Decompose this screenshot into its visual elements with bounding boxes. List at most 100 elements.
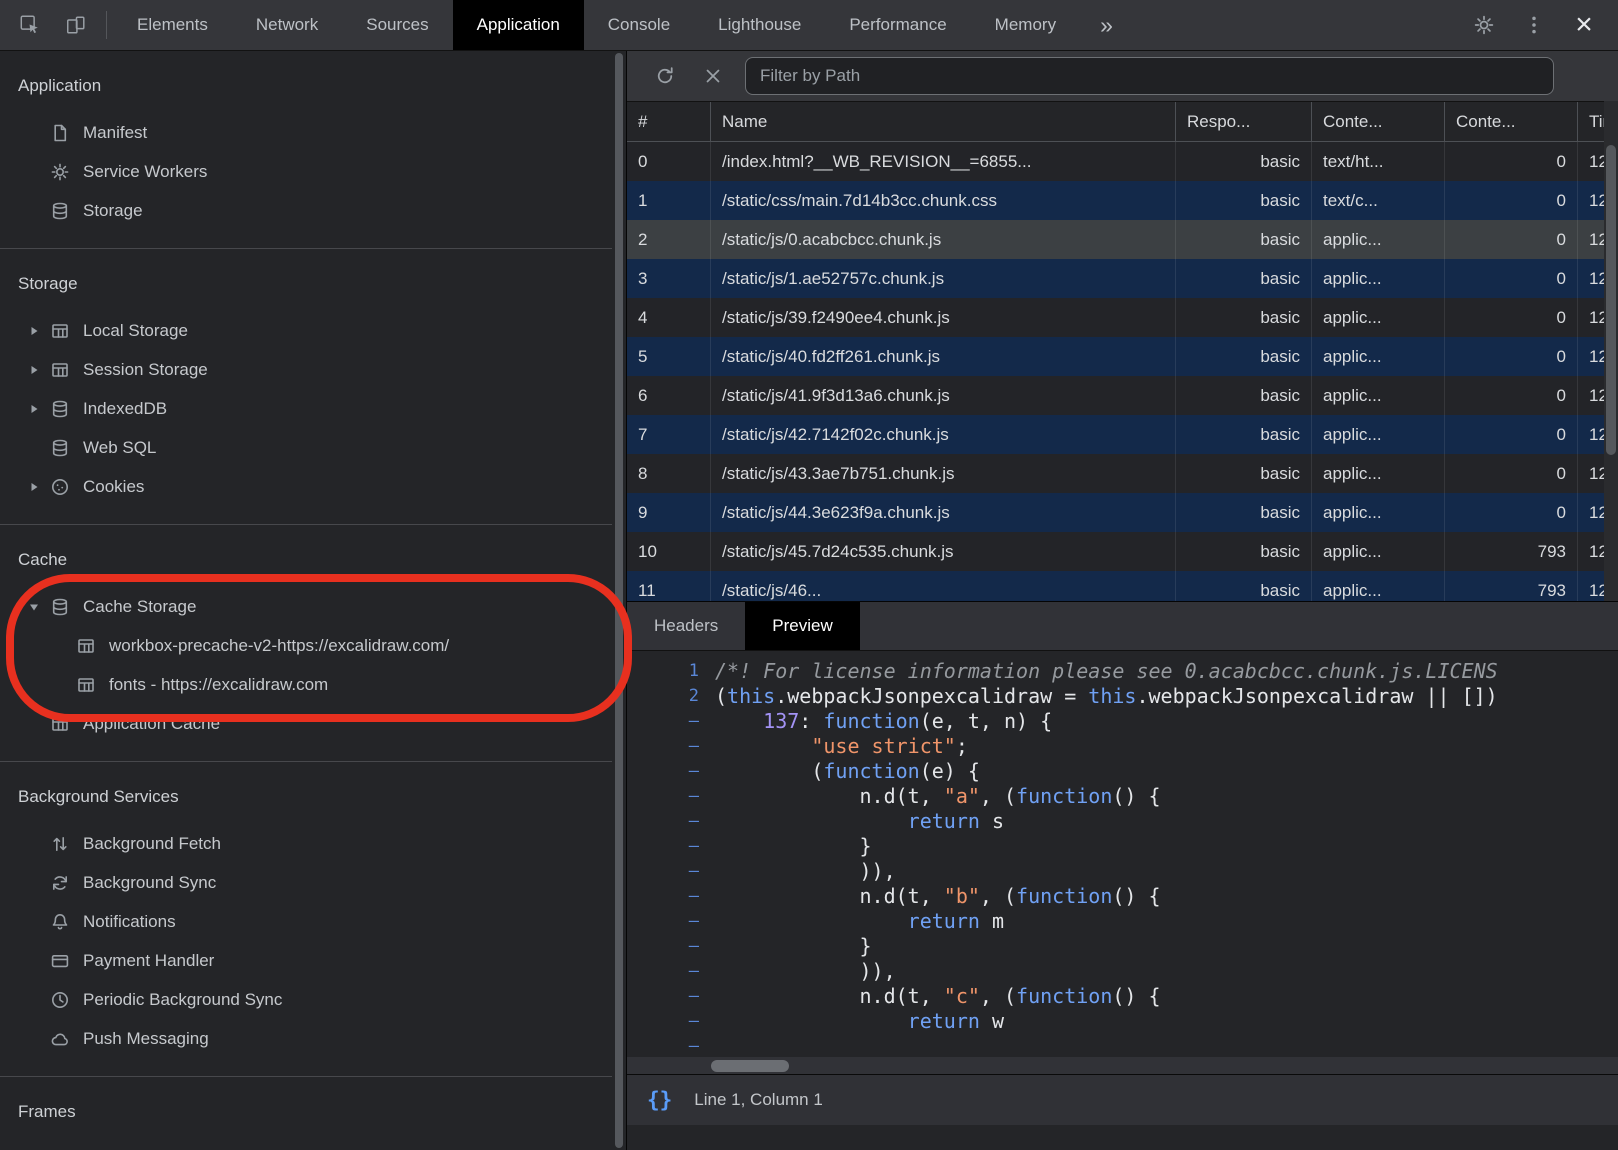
table-cell: 8 [627,454,711,493]
table-cell: basic [1176,220,1312,259]
sidebar-item-indexeddb[interactable]: IndexedDB [0,389,612,428]
sidebar-item-label: Web SQL [83,438,156,458]
bell-icon [50,912,70,932]
triangle-right-icon[interactable] [28,402,42,416]
table-row[interactable]: 5/static/js/40.fd2ff261.chunk.jsbasicapp… [627,337,1618,376]
filter-by-path-input[interactable] [745,57,1554,95]
sidebar-item-periodic-background-sync[interactable]: Periodic Background Sync [0,980,612,1019]
sidebar-item-label: Application Cache [83,714,220,734]
sidebar-item-manifest[interactable]: Manifest [0,113,612,152]
table-row[interactable]: 8/static/js/43.3ae7b751.chunk.jsbasicapp… [627,454,1618,493]
sidebar-tree: ApplicationManifestService WorkersStorag… [0,51,612,1150]
sidebar-item-workbox-precache-v2-https-excalidraw-com[interactable]: workbox-precache-v2-https://excalidraw.c… [0,626,612,665]
preview-tab-preview[interactable]: Preview [745,602,859,650]
table-row[interactable]: 6/static/js/41.9f3d13a6.chunk.jsbasicapp… [627,376,1618,415]
table-row[interactable]: 9/static/js/44.3e623f9a.chunk.jsbasicapp… [627,493,1618,532]
triangle-right-icon[interactable] [28,324,42,338]
code-line: – )), [627,959,1618,984]
column-header-conte[interactable]: Conte... [1445,102,1578,141]
close-icon[interactable]: × [1568,9,1600,41]
sidebar-item-payment-handler[interactable]: Payment Handler [0,941,612,980]
sidebar-item-background-fetch[interactable]: Background Fetch [0,824,612,863]
table-row[interactable]: 2/static/js/0.acabcbcc.chunk.jsbasicappl… [627,220,1618,259]
sidebar-item-cookies[interactable]: Cookies [0,467,612,506]
table-cell: /static/js/0.acabcbcc.chunk.js [711,220,1176,259]
preview-tab-headers[interactable]: Headers [627,602,745,650]
sidebar-item-push-messaging[interactable]: Push Messaging [0,1019,612,1058]
table-cell: basic [1176,181,1312,220]
triangle-down-icon[interactable] [28,600,42,614]
line-number: – [627,784,715,809]
sidebar-item-label: Background Fetch [83,834,221,854]
tab-elements[interactable]: Elements [113,0,232,50]
more-tabs-button[interactable]: » [1080,0,1133,50]
sidebar-scrollbar[interactable] [615,53,623,1148]
column-header-num[interactable]: # [627,102,711,141]
sidebar-item-service-workers[interactable]: Service Workers [0,152,612,191]
column-header-conte[interactable]: Conte... [1312,102,1445,141]
preview-tab-strip: HeadersPreview [627,602,1618,651]
table-cell: /static/js/42.7142f02c.chunk.js [711,415,1176,454]
grid-scrollbar-thumb[interactable] [1606,145,1616,455]
sidebar-section-background-services: Background Services Background Fetch Backg… [0,762,612,1077]
table-icon [50,321,70,341]
table-row[interactable]: 1/static/css/main.7d14b3cc.chunk.cssbasi… [627,181,1618,220]
sidebar-item-label: Notifications [83,912,176,932]
table-icon [76,636,96,656]
tab-performance[interactable]: Performance [825,0,970,50]
table-row[interactable]: 11/static/js/46...basicapplic...79312/15… [627,571,1618,601]
sidebar-item-cache-storage[interactable]: Cache Storage [0,587,612,626]
line-number: – [627,934,715,959]
tab-memory[interactable]: Memory [971,0,1080,50]
triangle-right-icon[interactable] [28,363,42,377]
sidebar-item-label: Service Workers [83,162,207,182]
table-row[interactable]: 3/static/js/1.ae52757c.chunk.jsbasicappl… [627,259,1618,298]
table-cell: /static/js/39.f2490ee4.chunk.js [711,298,1176,337]
refresh-icon[interactable] [649,60,681,92]
sidebar-item-background-sync[interactable]: Background Sync [0,863,612,902]
table-cell: /static/js/45.7d24c535.chunk.js [711,532,1176,571]
pretty-print-icon[interactable]: {} [647,1088,672,1112]
clear-icon[interactable] [697,60,729,92]
sidebar-item-session-storage[interactable]: Session Storage [0,350,612,389]
tab-application[interactable]: Application [453,0,584,50]
application-sidebar: ApplicationManifestService WorkersStorag… [0,51,627,1150]
table-row[interactable]: 7/static/js/42.7142f02c.chunk.jsbasicapp… [627,415,1618,454]
sidebar-item-label: workbox-precache-v2-https://excalidraw.c… [109,636,449,656]
code-lines: 1/*! For license information please see … [627,659,1618,1059]
sidebar-item-web-sql[interactable]: Web SQL [0,428,612,467]
settings-gear-icon[interactable] [1468,9,1500,41]
sidebar-section-cache: CacheCache Storageworkbox-precache-v2-ht… [0,525,612,762]
table-row[interactable]: 0/index.html?__WB_REVISION__=6855...basi… [627,142,1618,181]
sidebar-item-application-cache[interactable]: Application Cache [0,704,612,743]
tab-network[interactable]: Network [232,0,342,50]
table-cell: basic [1176,376,1312,415]
sidebar-section-title: Background Services [0,778,612,816]
sidebar-item-label: Payment Handler [83,951,214,971]
triangle-right-icon[interactable] [28,480,42,494]
table-row[interactable]: 4/static/js/39.f2490ee4.chunk.jsbasicapp… [627,298,1618,337]
sidebar-item-label: IndexedDB [83,399,167,419]
sidebar-item-fonts-https-excalidraw-com[interactable]: fonts - https://excalidraw.com [0,665,612,704]
table-row[interactable]: 10/static/js/45.7d24c535.chunk.jsbasicap… [627,532,1618,571]
kebab-menu-icon[interactable] [1518,9,1550,41]
tab-sources[interactable]: Sources [342,0,452,50]
file-icon [50,123,70,143]
inspect-icon[interactable] [14,9,46,41]
sidebar-item-local-storage[interactable]: Local Storage [0,311,612,350]
sidebar-section-application: ApplicationManifestService WorkersStorag… [0,51,612,249]
table-cell: 0 [627,142,711,181]
grid-vertical-scrollbar[interactable] [1604,101,1618,601]
tab-console[interactable]: Console [584,0,694,50]
column-header-respo[interactable]: Respo... [1176,102,1312,141]
code-horizontal-scrollbar[interactable] [627,1057,1618,1074]
column-header-name[interactable]: Name [711,102,1176,141]
code-line: – 137: function(e, t, n) { [627,709,1618,734]
sidebar-item-storage[interactable]: Storage [0,191,612,230]
sidebar-item-notifications[interactable]: Notifications [0,902,612,941]
table-cell: /static/js/40.fd2ff261.chunk.js [711,337,1176,376]
code-scrollbar-thumb[interactable] [711,1060,789,1072]
tab-lighthouse[interactable]: Lighthouse [694,0,825,50]
device-toolbar-icon[interactable] [60,9,92,41]
code-text: n.d(t, "b", (function() { [715,884,1161,909]
